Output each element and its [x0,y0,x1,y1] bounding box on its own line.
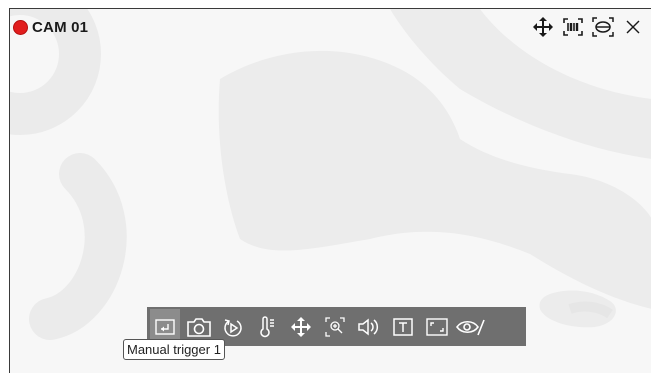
ptz-move-icon[interactable] [532,16,554,38]
top-right-controls [532,16,644,38]
camera-viewport[interactable]: CAM 01 [9,8,651,373]
text-overlay-icon [393,317,413,336]
zoom-in-icon [325,316,345,337]
recording-indicator-icon [13,19,28,35]
barcode-icon[interactable] [562,16,584,38]
privacy-mask-icon [456,319,485,335]
camera-label: CAM 01 [13,18,88,36]
temperature-icon [260,315,274,337]
close-icon[interactable] [622,16,644,38]
manual-trigger-icon [155,318,175,335]
zoom-in-button[interactable] [320,309,350,344]
fullscreen-icon [426,317,448,336]
playback-icon [224,318,242,337]
privacy-mask-button[interactable] [456,309,486,344]
text-overlay-button[interactable] [388,309,418,344]
fisheye-dewarp-icon[interactable] [592,16,614,38]
audio-icon [358,317,379,336]
capture-icon [187,317,211,337]
temperature-button[interactable] [252,309,282,344]
ptz-icon [291,316,311,337]
ptz-button[interactable] [286,309,316,344]
audio-button[interactable] [354,309,384,344]
camera-name: CAM 01 [32,18,89,36]
tooltip: Manual trigger 1 [123,339,225,360]
fullscreen-button[interactable] [422,309,452,344]
